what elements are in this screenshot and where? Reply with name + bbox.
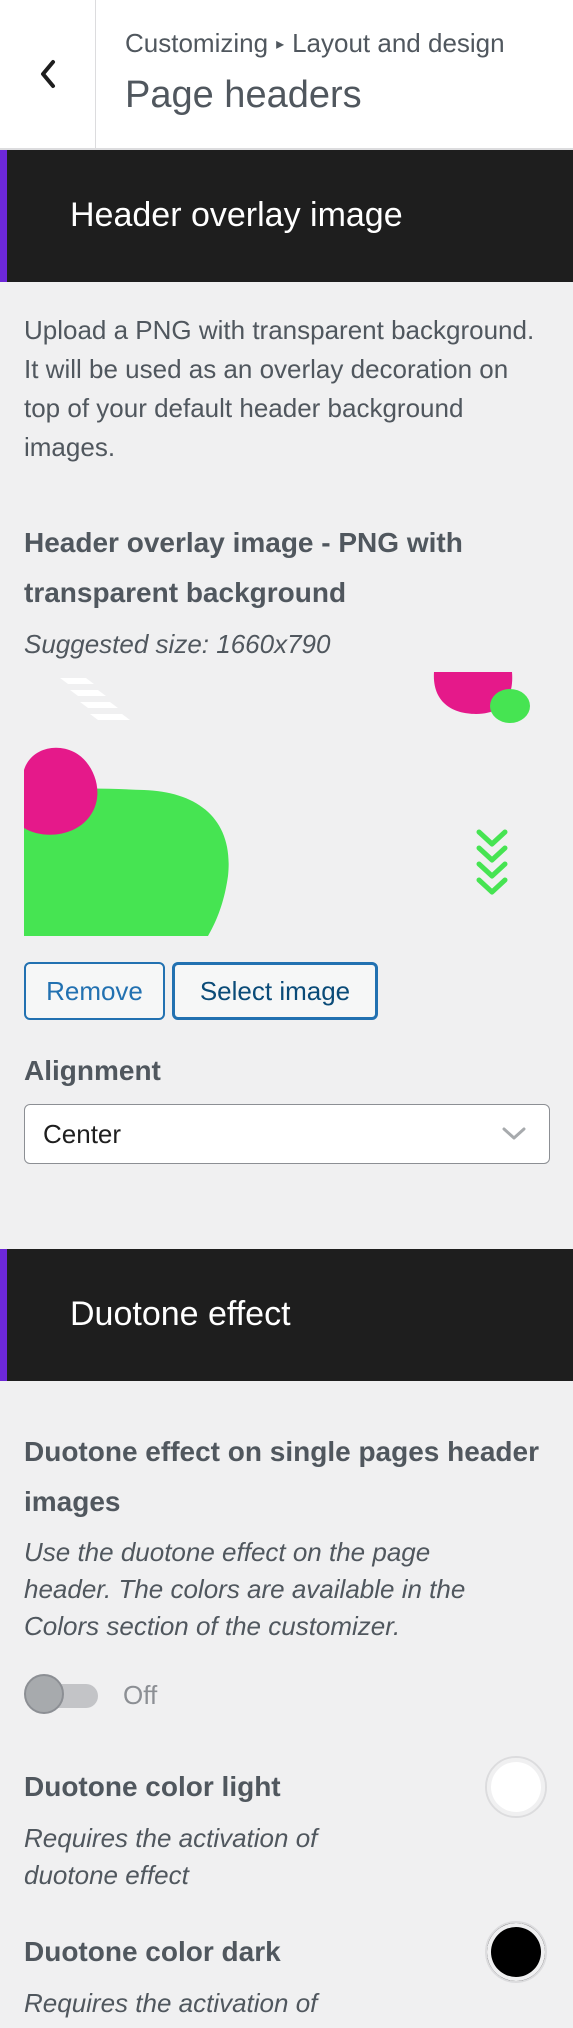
section-header-overlay: Header overlay image xyxy=(0,150,573,282)
duotone-dark-note: Requires the activation of xyxy=(24,1988,318,2018)
alignment-select[interactable]: Center xyxy=(24,1104,550,1164)
breadcrumb-section: Layout and design xyxy=(292,28,505,58)
section-title: Duotone effect xyxy=(70,1295,291,1333)
section-header-duotone: Duotone effect xyxy=(0,1249,573,1381)
duotone-control-title: Duotone effect on single pages header im… xyxy=(24,1436,539,1517)
page-title: Page headers xyxy=(125,74,362,116)
suggested-size: Suggested size: 1660x790 xyxy=(24,629,331,659)
select-image-button[interactable]: Select image xyxy=(172,962,378,1020)
remove-button[interactable]: Remove xyxy=(24,962,165,1020)
breadcrumb: Customizing ▸ Layout and design xyxy=(125,28,505,59)
duotone-light-title: Duotone color light xyxy=(24,1771,281,1802)
customizer-header: Customizing ▸ Layout and design Page heade… xyxy=(0,0,573,150)
duotone-light-note: Requires the activation of duotone effec… xyxy=(24,1823,318,1890)
duotone-description: Use the duotone effect on the page heade… xyxy=(24,1537,466,1641)
overlay-image-preview xyxy=(24,670,544,936)
duotone-dark-title: Duotone color dark xyxy=(24,1936,281,1967)
section-title: Header overlay image xyxy=(70,196,403,234)
toggle-state-label: Off xyxy=(123,1680,158,1710)
alignment-label: Alignment xyxy=(24,1055,161,1086)
duotone-light-swatch[interactable] xyxy=(485,1756,547,1818)
overlay-description: Upload a PNG with transparent background… xyxy=(24,315,535,462)
back-button[interactable] xyxy=(0,0,96,148)
overlay-control-title: Header overlay image - PNG with transpar… xyxy=(24,527,463,608)
overlay-image xyxy=(24,672,530,936)
breadcrumb-separator: ▸ xyxy=(276,36,285,53)
breadcrumb-root: Customizing xyxy=(125,28,269,58)
duotone-toggle[interactable] xyxy=(24,1674,100,1716)
toggle-knob xyxy=(24,1674,64,1714)
chevron-down-icon xyxy=(502,1127,526,1140)
chevron-left-icon xyxy=(40,60,55,88)
duotone-dark-swatch[interactable] xyxy=(485,1921,547,1983)
alignment-value: Center xyxy=(43,1119,122,1149)
